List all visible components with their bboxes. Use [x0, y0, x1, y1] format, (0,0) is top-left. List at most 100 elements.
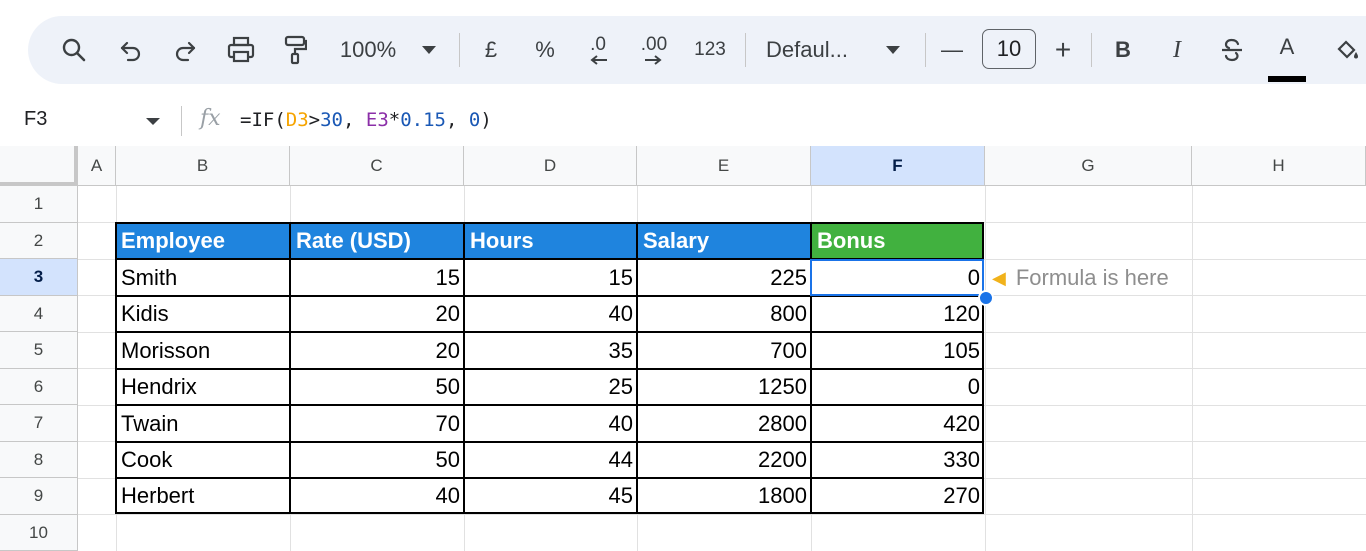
table-border-line [115, 368, 984, 370]
row-header-4[interactable]: 4 [0, 296, 78, 332]
cell-hours[interactable]: 40 [464, 405, 637, 442]
decrease-decimal-button[interactable]: .0 [580, 16, 616, 84]
column-header-g[interactable]: G [985, 146, 1192, 186]
cell-salary[interactable]: 225 [637, 259, 811, 296]
cell-bonus[interactable]: 105 [811, 332, 984, 369]
pointing-hand-icon: ◀ [992, 267, 1006, 288]
column-header-e[interactable]: E [637, 146, 811, 186]
text-color-swatch [1268, 76, 1306, 82]
font-size-input[interactable]: 10 [982, 29, 1036, 69]
undo-icon[interactable] [114, 16, 148, 84]
cell-bonus[interactable]: 0 [811, 369, 984, 405]
row-header-3[interactable]: 3 [0, 259, 78, 296]
number-format-button[interactable]: 123 [688, 16, 732, 84]
cell-salary[interactable]: 2200 [637, 442, 811, 478]
chevron-down-icon[interactable] [416, 16, 442, 84]
row-header-7[interactable]: 7 [0, 405, 78, 442]
cell-hours[interactable]: 45 [464, 478, 637, 514]
cell-employee[interactable]: Hendrix [115, 369, 290, 405]
select-all-corner[interactable] [0, 146, 78, 186]
italic-button[interactable]: I [1162, 16, 1192, 84]
row-header-10[interactable]: 10 [0, 515, 78, 551]
cell-employee[interactable]: Twain [115, 405, 290, 442]
formula-input[interactable]: =IF(D3>30, E3*0.15, 0) [240, 109, 492, 131]
column-header-d[interactable]: D [464, 146, 637, 186]
strikethrough-icon[interactable] [1214, 16, 1250, 84]
chevron-down-icon[interactable] [880, 16, 906, 84]
cell-hours[interactable]: 44 [464, 442, 637, 478]
column-header-a[interactable]: A [78, 146, 116, 186]
cell-rate[interactable]: 50 [290, 442, 464, 478]
cell-salary[interactable]: 1800 [637, 478, 811, 514]
currency-button[interactable]: £ [476, 16, 506, 84]
cell-salary[interactable]: 2800 [637, 405, 811, 442]
row-header-1[interactable]: 1 [0, 186, 78, 223]
formula-comma: , [343, 109, 366, 131]
cell-rate[interactable]: 50 [290, 369, 464, 405]
paint-format-icon[interactable] [278, 16, 312, 84]
formula-ref-e3: E3 [365, 109, 389, 131]
active-cell-selection[interactable] [810, 259, 984, 296]
spreadsheet-grid: A B C D E F G H 1 2 3 4 5 6 7 8 9 10 Emp… [0, 146, 1366, 551]
cell-employee[interactable]: Kidis [115, 296, 290, 332]
increase-decimal-button[interactable]: .00 [632, 16, 676, 84]
cell-salary[interactable]: 700 [637, 332, 811, 369]
fill-color-icon[interactable] [1332, 16, 1362, 84]
column-header-f[interactable]: F [811, 146, 985, 186]
formula-number: 0.15 [400, 109, 446, 131]
table-header-bonus[interactable]: Bonus [811, 222, 984, 259]
row-header-2[interactable]: 2 [0, 223, 78, 259]
bold-button[interactable]: B [1108, 16, 1138, 84]
text-color-button[interactable]: A [1268, 16, 1306, 84]
table-header-hours[interactable]: Hours [464, 222, 637, 259]
row-header-5[interactable]: 5 [0, 332, 78, 369]
search-icon[interactable] [56, 16, 92, 84]
formula-comma: , [446, 109, 469, 131]
cell-hours[interactable]: 15 [464, 259, 637, 296]
redo-icon[interactable] [168, 16, 202, 84]
cell-rate[interactable]: 40 [290, 478, 464, 514]
row-header-9[interactable]: 9 [0, 478, 78, 515]
table-header-employee[interactable]: Employee [115, 222, 290, 259]
toolbar-divider [1091, 33, 1092, 67]
table-header-salary[interactable]: Salary [637, 222, 811, 259]
cell-bonus[interactable]: 270 [811, 478, 984, 514]
cell-employee[interactable]: Cook [115, 442, 290, 478]
column-header-c[interactable]: C [290, 146, 464, 186]
decrease-font-size-button[interactable]: — [938, 16, 966, 84]
zoom-select[interactable]: 100% [328, 16, 408, 84]
font-family-select[interactable]: Defaul... [766, 16, 870, 84]
cell-employee[interactable]: Morisson [115, 332, 290, 369]
increase-font-size-button[interactable]: + [1048, 16, 1078, 84]
cell-bonus[interactable]: 330 [811, 442, 984, 478]
cell-salary[interactable]: 800 [637, 296, 811, 332]
table-header-rate[interactable]: Rate (USD) [290, 222, 464, 259]
toolbar: 100% £ % .0 .00 123 Defaul... — 10 + B I… [28, 16, 1366, 84]
cell-employee[interactable]: Smith [115, 259, 290, 296]
cell-bonus[interactable]: 120 [811, 296, 984, 332]
formula-suffix: ) [480, 109, 492, 131]
row-header-8[interactable]: 8 [0, 442, 78, 478]
cell-hours[interactable]: 40 [464, 296, 637, 332]
decrease-decimal-label: .0 [590, 34, 606, 55]
row-header-6[interactable]: 6 [0, 369, 78, 405]
cell-salary[interactable]: 1250 [637, 369, 811, 405]
cell-rate[interactable]: 15 [290, 259, 464, 296]
cell-hours[interactable]: 35 [464, 332, 637, 369]
print-icon[interactable] [222, 16, 260, 84]
cell-rate[interactable]: 20 [290, 296, 464, 332]
percent-button[interactable]: % [530, 16, 560, 84]
cell-rate[interactable]: 70 [290, 405, 464, 442]
column-header-b[interactable]: B [116, 146, 290, 186]
table-border-line [115, 477, 984, 479]
cell-hours[interactable]: 25 [464, 369, 637, 405]
formula-number: 0 [468, 109, 481, 131]
cell-rate[interactable]: 20 [290, 332, 464, 369]
cell-bonus[interactable]: 420 [811, 405, 984, 442]
column-header-h[interactable]: H [1192, 146, 1366, 186]
table-border-line [115, 404, 984, 406]
increase-decimal-label: .00 [640, 34, 668, 55]
chevron-down-icon[interactable] [146, 118, 160, 125]
cell-employee[interactable]: Herbert [115, 478, 290, 514]
name-box[interactable]: F3 [24, 108, 47, 131]
